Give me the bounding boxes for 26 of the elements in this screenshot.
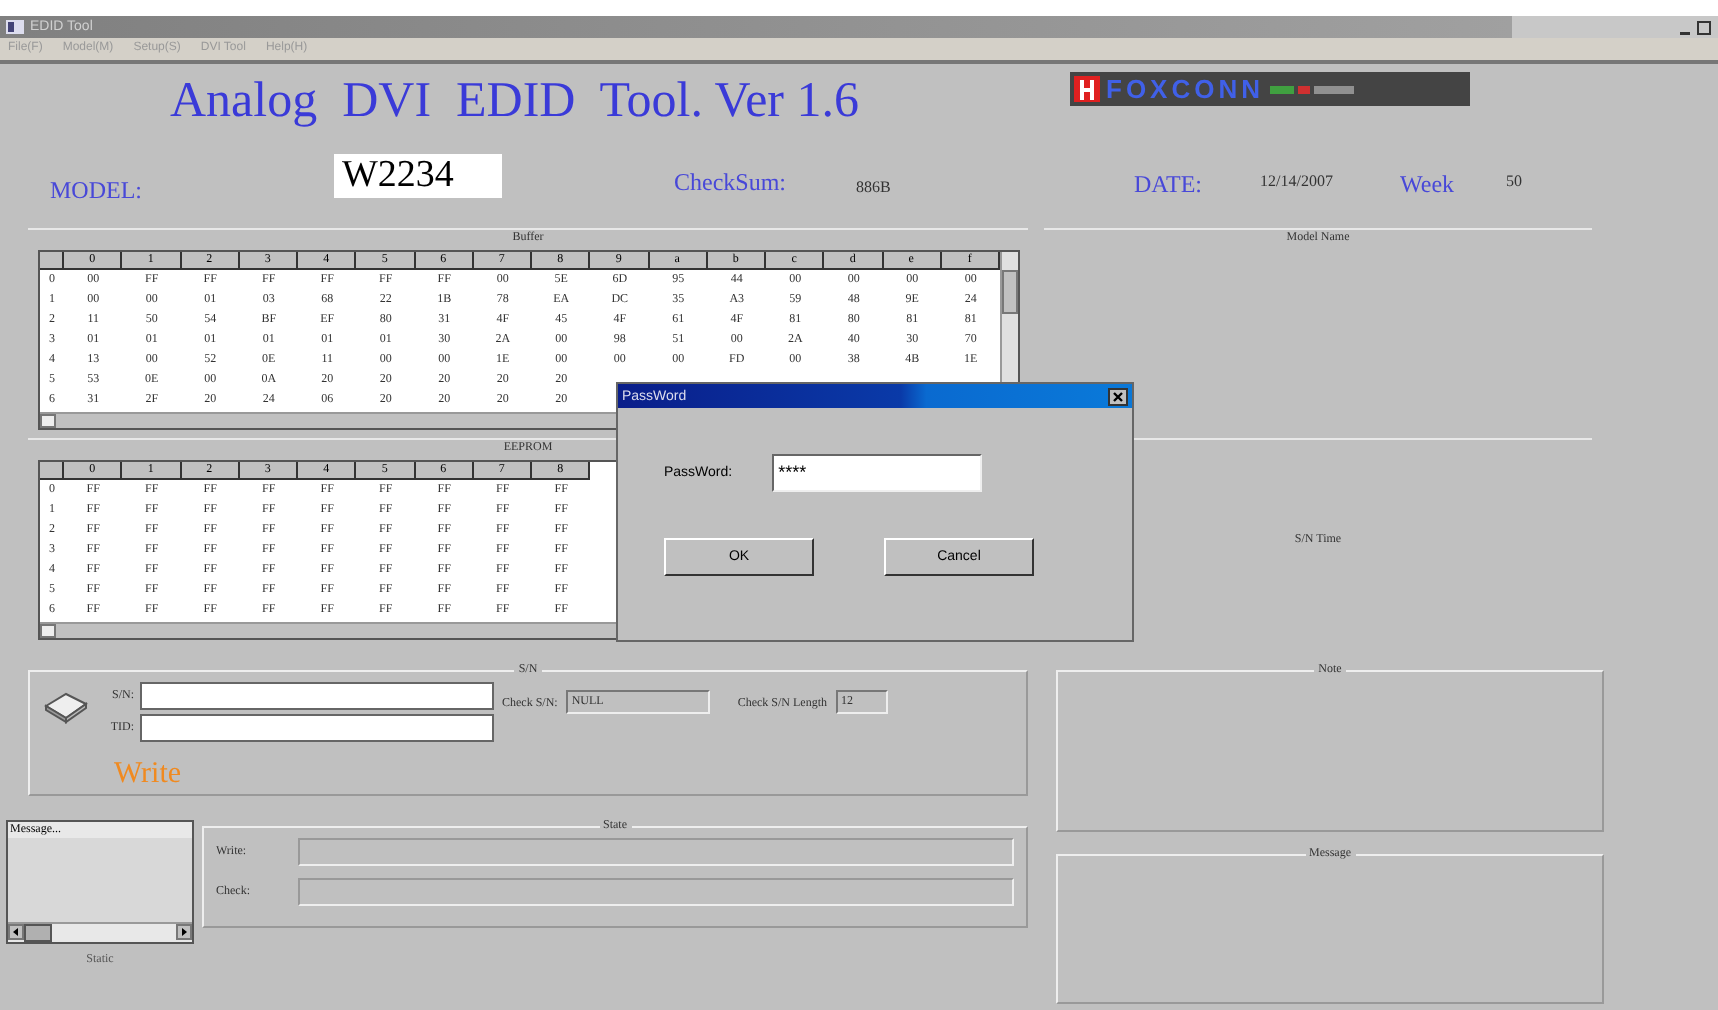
password-field[interactable]: **** <box>772 454 983 492</box>
right-arrow-icon[interactable] <box>176 924 192 940</box>
scroll-thumb[interactable] <box>24 924 52 942</box>
checksum-label: CheckSum: <box>674 168 786 198</box>
header-corner <box>40 252 64 270</box>
maximize-icon[interactable] <box>1696 19 1712 35</box>
logo-text: FOXCONN <box>1106 74 1264 104</box>
model-label: MODEL: <box>50 176 142 206</box>
write-button[interactable]: Write <box>114 758 182 792</box>
tape-cartridge-icon <box>42 688 90 724</box>
header-corner <box>40 462 64 480</box>
close-icon[interactable] <box>1108 387 1128 405</box>
week-label: Week <box>1400 170 1455 200</box>
logo-mark-icon <box>1074 76 1100 102</box>
app-icon <box>6 20 24 34</box>
logo-tag-icon <box>1270 83 1358 95</box>
tid-input-field[interactable] <box>140 714 494 742</box>
app-title: Analog DVI EDID Tool. Ver 1.6 <box>170 74 862 130</box>
left-arrow-icon[interactable] <box>8 924 24 940</box>
checksum-value: 886B <box>856 178 891 196</box>
scroll-track[interactable] <box>8 922 192 942</box>
date-value: 12/14/2007 <box>1260 172 1333 190</box>
sn-input-field[interactable] <box>140 682 494 710</box>
date-label: DATE: <box>1134 170 1202 200</box>
model-field: W2234 <box>334 154 502 198</box>
week-value: 50 <box>1506 172 1522 190</box>
